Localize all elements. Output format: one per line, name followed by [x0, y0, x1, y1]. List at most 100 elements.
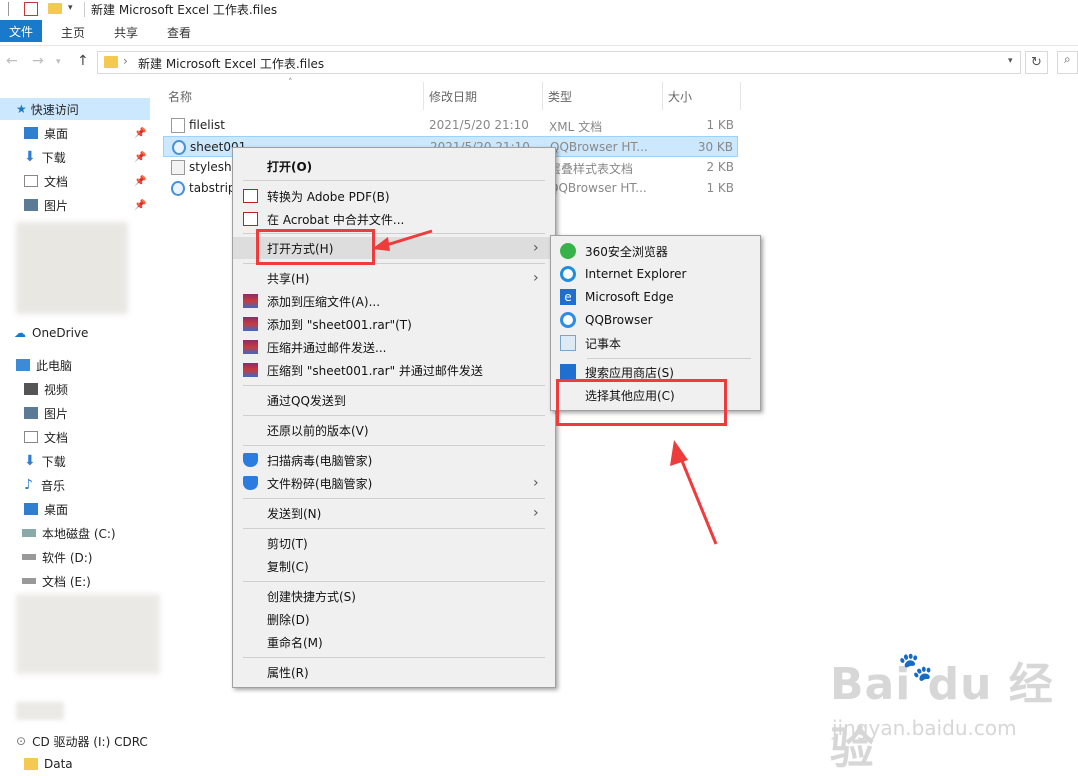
menu-label: 文件粉碎(电脑管家)	[267, 476, 373, 491]
sidebar-label: 音乐	[40, 478, 65, 493]
menu-label: 复制(C)	[267, 559, 309, 574]
title-divider	[84, 2, 85, 17]
sidebar-item-videos[interactable]: 视频	[0, 378, 150, 400]
sidebar-item-drive-d[interactable]: 软件 (D:)	[0, 546, 150, 568]
menu-label: 属性(R)	[267, 665, 309, 680]
sidebar-item-onedrive[interactable]: ☁ OneDrive	[0, 322, 150, 344]
cd-icon: ⊙	[16, 734, 27, 748]
column-header-type[interactable]: 类型	[548, 88, 572, 105]
submenu-label: 记事本	[585, 336, 622, 351]
recent-dropdown-icon[interactable]: ▾	[56, 57, 61, 67]
refresh-icon[interactable]: ↻	[1025, 51, 1048, 74]
menu-item-add-rar[interactable]: 添加到 "sheet001.rar"(T)	[233, 313, 555, 335]
tab-view[interactable]: 查看	[167, 24, 191, 41]
chevron-right-icon: ›	[533, 270, 539, 286]
highlight-box-open-with	[256, 229, 375, 265]
tab-file[interactable]: 文件	[0, 20, 42, 42]
sidebar-item-documents[interactable]: 文档 📌	[0, 170, 150, 192]
submenu-label: QQBrowser	[585, 313, 653, 327]
submenu-separator	[587, 358, 751, 359]
sidebar-item-music[interactable]: ♪ 音乐	[0, 474, 150, 496]
sidebar-item-drive-e[interactable]: 文档 (E:)	[0, 570, 150, 592]
sidebar-item-pictures[interactable]: 图片 📌	[0, 194, 150, 216]
address-path[interactable]: 新建 Microsoft Excel 工作表.files	[138, 55, 324, 72]
winrar-icon	[243, 363, 258, 377]
menu-item-compress-rar-email[interactable]: 压缩到 "sheet001.rar" 并通过邮件发送	[233, 359, 555, 381]
browser-360-icon	[560, 243, 576, 259]
menu-item-compress-email[interactable]: 压缩并通过邮件发送...	[233, 336, 555, 358]
menu-label: 压缩到 "sheet001.rar" 并通过邮件发送	[267, 363, 483, 378]
menu-item-convert-pdf[interactable]: 转换为 Adobe PDF(B)	[233, 185, 555, 207]
search-icon[interactable]: ⌕	[1057, 51, 1078, 74]
menu-item-restore[interactable]: 还原以前的版本(V)	[233, 419, 555, 441]
file-row[interactable]: filelist 2021/5/20 21:10 XML 文档 1 KB	[163, 115, 738, 136]
column-header-name[interactable]: 名称	[168, 88, 192, 105]
tab-home[interactable]: 主页	[61, 24, 85, 41]
column-header-date[interactable]: 修改日期	[429, 88, 477, 105]
chevron-right-icon: ›	[533, 505, 539, 521]
menu-separator	[243, 180, 545, 181]
sidebar-item-downloads[interactable]: ⬇ 下载 📌	[0, 146, 150, 168]
sidebar-label: Data	[44, 757, 73, 771]
sidebar-item-documents-pc[interactable]: 文档	[0, 426, 150, 448]
menu-item-send-to[interactable]: 发送到(N) ›	[233, 502, 555, 524]
column-divider[interactable]	[542, 82, 543, 110]
sidebar-item-downloads-pc[interactable]: ⬇ 下载	[0, 450, 150, 472]
file-type: QQBrowser HT...	[550, 140, 648, 154]
sidebar-item-desktop-pc[interactable]: 桌面	[0, 498, 150, 520]
file-type: 层叠样式表文档	[549, 162, 634, 176]
menu-label: 打开(O)	[267, 159, 313, 174]
menu-item-create-shortcut[interactable]: 创建快捷方式(S)	[233, 585, 555, 607]
annotation-arrow-icon	[670, 440, 718, 545]
sidebar-item-data[interactable]: Data	[0, 753, 150, 775]
blurred-items	[16, 594, 160, 674]
sidebar-label: 图片	[44, 406, 69, 421]
submenu-label: 搜索应用商店(S)	[585, 365, 674, 380]
tab-share[interactable]: 共享	[114, 24, 138, 41]
music-icon: ♪	[24, 477, 33, 493]
download-icon: ⬇	[24, 149, 36, 165]
qa-dropdown-icon[interactable]: ▾	[68, 3, 73, 13]
column-divider[interactable]	[662, 82, 663, 110]
submenu-item-edge[interactable]: e Microsoft Edge	[551, 286, 760, 308]
file-size: 2 KB	[706, 160, 734, 174]
submenu-item-internet-explorer[interactable]: Internet Explorer	[551, 263, 760, 285]
menu-item-share[interactable]: 共享(H) ›	[233, 267, 555, 289]
sidebar-item-drive-c[interactable]: 本地磁盘 (C:)	[0, 522, 150, 544]
properties-qa-icon[interactable]	[24, 2, 38, 16]
column-divider[interactable]	[423, 82, 424, 110]
drive-icon	[22, 578, 36, 584]
video-icon	[24, 383, 38, 395]
submenu-item-qqbrowser[interactable]: QQBrowser	[551, 309, 760, 331]
folder-qa-icon[interactable]	[48, 3, 62, 14]
menu-item-send-qq[interactable]: 通过QQ发送到	[233, 389, 555, 411]
back-icon[interactable]: ←	[6, 53, 18, 69]
sidebar-item-pictures-pc[interactable]: 图片	[0, 402, 150, 424]
menu-item-copy[interactable]: 复制(C)	[233, 555, 555, 577]
menu-item-add-archive[interactable]: 添加到压缩文件(A)...	[233, 290, 555, 312]
menu-item-properties[interactable]: 属性(R)	[233, 661, 555, 683]
column-header-size[interactable]: 大小	[668, 88, 692, 105]
menu-item-delete[interactable]: 删除(D)	[233, 608, 555, 630]
sidebar-label: 桌面	[44, 126, 69, 141]
sidebar-item-quick-access[interactable]: ★ 快速访问	[0, 98, 150, 120]
shield-icon	[243, 476, 258, 490]
menu-item-shred[interactable]: 文件粉碎(电脑管家) ›	[233, 472, 555, 494]
submenu-item-notepad[interactable]: 记事本	[551, 332, 760, 354]
forward-icon[interactable]: →	[32, 53, 44, 69]
menu-item-open[interactable]: 打开(O)	[233, 155, 555, 177]
column-divider[interactable]	[740, 82, 741, 110]
up-icon[interactable]: ↑	[77, 53, 89, 69]
sidebar-item-this-pc[interactable]: 此电脑	[0, 354, 150, 376]
menu-item-rename[interactable]: 重命名(M)	[233, 631, 555, 653]
sidebar-item-desktop[interactable]: 桌面 📌	[0, 122, 150, 144]
submenu-item-360-browser[interactable]: 360安全浏览器	[551, 240, 760, 262]
menu-item-scan-virus[interactable]: 扫描病毒(电脑管家)	[233, 449, 555, 471]
menu-item-cut[interactable]: 剪切(T)	[233, 532, 555, 554]
sidebar-label: OneDrive	[32, 326, 89, 340]
sidebar-item-cd-drive[interactable]: ⊙ CD 驱动器 (I:) CDRC	[0, 730, 150, 752]
file-name: tabstrip	[189, 181, 236, 195]
menu-label: 压缩并通过邮件发送...	[267, 340, 387, 355]
star-icon: ★	[16, 102, 27, 116]
address-dropdown-icon[interactable]: ▾	[1008, 56, 1013, 66]
